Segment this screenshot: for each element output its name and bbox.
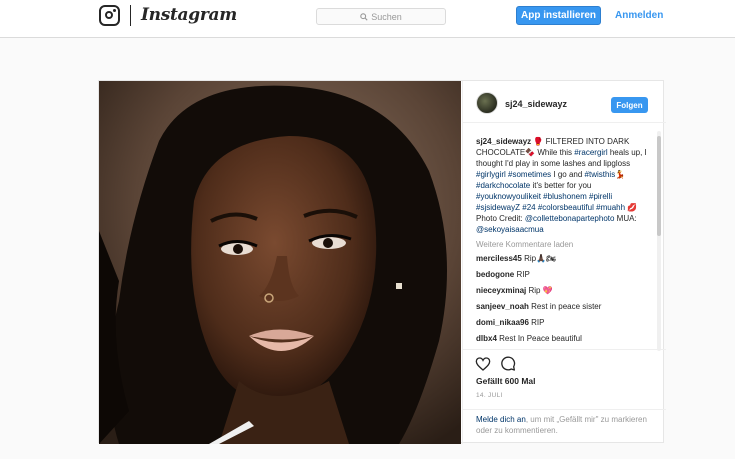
hashtag-link[interactable]: #sjsidewayZ — [476, 203, 520, 212]
hashtag-link[interactable]: #muahh — [596, 203, 625, 212]
hashtag-link[interactable]: #twisthis — [585, 170, 616, 179]
comment-text: RIP — [516, 270, 530, 279]
like-count[interactable]: Gefällt 600 Mal — [476, 376, 536, 386]
hashtag-link[interactable]: #sometimes — [508, 170, 551, 179]
comment-username[interactable]: merciless45 — [476, 254, 522, 263]
hashtag-link[interactable]: #colorsbeautiful — [538, 203, 594, 212]
login-link[interactable]: Anmelden — [615, 10, 663, 21]
login-hint: Melde dich an, um mit „Gefällt mir" zu m… — [463, 409, 666, 440]
search-icon — [360, 12, 368, 21]
comment-scrollbar[interactable] — [657, 131, 661, 351]
mention-link[interactable]: @sekoyaisaacmua — [476, 225, 544, 234]
instagram-wordmark[interactable]: Instagram — [141, 5, 237, 25]
comment-item: nieceyxminaj Rip 💖 — [476, 285, 654, 296]
comment-text: RIP — [531, 318, 545, 327]
camera-flash-shape — [113, 9, 116, 12]
hashtag-link[interactable]: #darkchocolate — [476, 181, 530, 190]
comment-text: Rest in peace sister — [531, 302, 602, 311]
comment-item: dlbx4 Rest In Peace beautiful — [476, 333, 654, 344]
portrait-illustration — [99, 81, 461, 444]
nav-divider — [130, 5, 131, 26]
install-app-button[interactable]: App installieren — [516, 6, 601, 25]
comment-text: Rest In Peace beautiful — [499, 334, 582, 343]
post-sidebar: sj24_sidewayz Folgen sj24_sidewayz 🥊 FIL… — [462, 81, 666, 444]
caption-text: MUA: — [614, 214, 637, 223]
comment-username[interactable]: nieceyxminaj — [476, 286, 526, 295]
hashtag-link[interactable]: @collettebonapartephoto — [525, 214, 615, 223]
top-nav-bar: Instagram Suchen App installieren Anmeld… — [0, 0, 735, 38]
post-actions: Gefällt 600 Mal 14. JULI — [463, 349, 666, 409]
caption-username[interactable]: sj24_sidewayz — [476, 137, 531, 146]
scrollbar-thumb[interactable] — [657, 136, 661, 236]
comment-username[interactable]: sanjeev_noah — [476, 302, 529, 311]
caption-text: 💃 — [615, 170, 626, 179]
comment-text: Rip🙏🏿🏍 — [524, 254, 557, 263]
load-more-comments-link[interactable]: Weitere Kommentare laden — [476, 239, 654, 250]
hashtag-link[interactable]: #racergirl — [574, 148, 607, 157]
hashtag-link[interactable]: #girlygirl — [476, 170, 506, 179]
post-caption: sj24_sidewayz 🥊 FILTERED INTO DARK CHOCO… — [476, 136, 654, 235]
comment-username[interactable]: bedogone — [476, 270, 514, 279]
heart-icon[interactable] — [475, 356, 491, 372]
post-date[interactable]: 14. JULI — [476, 392, 503, 399]
comment-username[interactable]: domi_nikaa96 — [476, 318, 529, 327]
search-placeholder: Suchen — [371, 11, 402, 22]
caption-text: I go and — [551, 170, 585, 179]
follow-button[interactable]: Folgen — [611, 97, 648, 113]
comment-item: sanjeev_noah Rest in peace sister — [476, 301, 654, 312]
comment-item: merciless45 Rip🙏🏿🏍 — [476, 253, 654, 264]
post-card: sj24_sidewayz Folgen sj24_sidewayz 🥊 FIL… — [98, 80, 666, 444]
hashtag-link[interactable]: #pirelli — [589, 192, 612, 201]
comment-list[interactable]: sj24_sidewayz 🥊 FILTERED INTO DARK CHOCO… — [476, 136, 654, 348]
instagram-camera-icon[interactable] — [99, 5, 120, 26]
comment-text: Rip 💖 — [528, 286, 553, 295]
post-header: sj24_sidewayz Folgen — [463, 81, 666, 123]
search-input[interactable]: Suchen — [316, 8, 446, 25]
hashtag-link[interactable]: #blushonem — [543, 192, 587, 201]
comment-item: domi_nikaa96 RIP — [476, 317, 654, 328]
post-photo[interactable] — [99, 81, 461, 444]
hashtag-link[interactable]: #youknowyoulikeit — [476, 192, 541, 201]
post-username[interactable]: sj24_sidewayz — [505, 99, 567, 109]
comment-item: bedogone RIP — [476, 269, 654, 280]
camera-lens-shape — [105, 11, 113, 19]
comment-username[interactable]: dlbx4 — [476, 334, 497, 343]
login-hint-link[interactable]: Melde dich an — [476, 415, 526, 424]
avatar[interactable] — [476, 92, 498, 114]
comment-bubble-icon[interactable] — [500, 356, 516, 372]
hashtag-link[interactable]: #24 — [522, 203, 535, 212]
caption-text: it's better for you — [530, 181, 592, 190]
